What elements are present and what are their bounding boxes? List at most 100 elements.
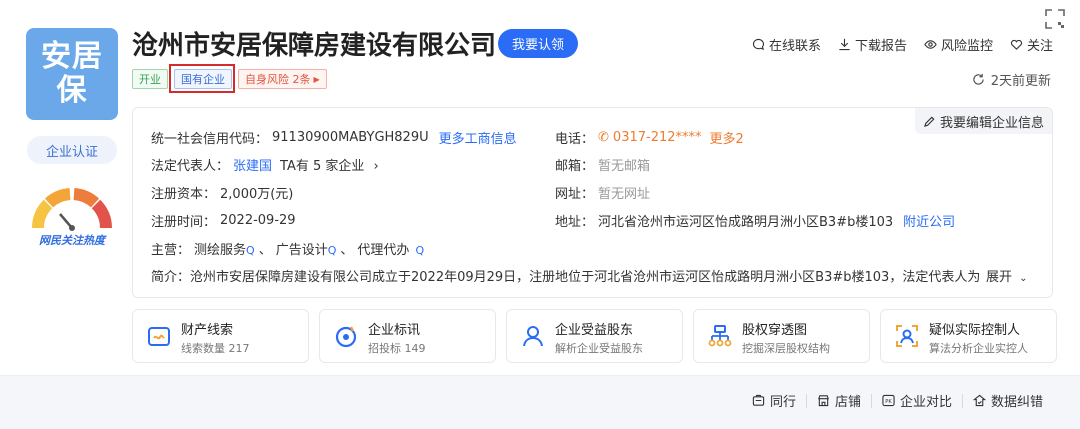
legal-rep-companies-link[interactable]: TA有 5 家企业 ›: [280, 155, 379, 174]
main-business-label: 主营：: [151, 243, 191, 258]
search-icon: Q: [246, 244, 255, 257]
correction-label: 数据纠错: [990, 395, 1043, 410]
website-label: 网址：: [555, 187, 595, 202]
controller-icon: [896, 325, 918, 347]
more-phone-link[interactable]: 更多2: [710, 128, 744, 147]
highlight-box: [169, 64, 235, 93]
data-correction-button[interactable]: 数据纠错: [963, 391, 1053, 410]
property-clue-title: 财产线索: [181, 323, 234, 338]
logo-text-line2: 保: [56, 73, 88, 108]
search-icon: Q: [415, 244, 425, 257]
edit-info-button[interactable]: 我要编辑企业信息: [914, 108, 1052, 134]
search-icon: Q: [327, 244, 337, 257]
legal-rep-companies-label: TA有 5 家企业: [280, 159, 365, 174]
description-row: 简介： 沧州市安居保障房建设有限公司成立于2022年09月29日，注册地位于河北…: [151, 266, 1031, 285]
separator: 、: [258, 243, 272, 258]
chevron-down-icon: ⌄: [1019, 273, 1028, 284]
status-badge: 开业: [132, 69, 168, 89]
phone-icon: ✆: [598, 130, 609, 145]
compare-label: 企业对比: [899, 395, 952, 410]
expand-label: 展开: [986, 270, 1013, 285]
shop-button[interactable]: 店铺: [807, 391, 871, 410]
online-contact-label: 在线联系: [768, 39, 821, 54]
peer-label: 同行: [769, 395, 796, 410]
equity-chart-sub: 挖掘深层股权结构: [742, 342, 830, 355]
compare-icon: PK: [882, 394, 895, 407]
risk-monitor-label: 风险监控: [940, 39, 993, 54]
main-item-1[interactable]: 测绘服务Q: [194, 239, 255, 258]
risk-badge[interactable]: 自身风险 2条 ▶: [238, 69, 327, 89]
equity-chart-title: 股权穿透图: [742, 323, 808, 338]
follow-label: 关注: [1026, 39, 1053, 54]
caret-right-icon: ▶: [313, 74, 320, 84]
online-contact-button[interactable]: 在线联系: [752, 35, 821, 54]
heat-label: 网民关注热度: [39, 234, 105, 247]
risk-badge-label: 自身风险 2条: [245, 73, 311, 86]
main-item-2-label: 广告设计: [275, 243, 328, 258]
beneficiary-title: 企业受益股东: [555, 323, 634, 338]
reg-date-value: 2022-09-29: [220, 213, 296, 228]
main-business-row: 主营： 测绘服务Q 、 广告设计Q 、 代理代办 Q: [151, 239, 424, 258]
main-item-3-label: 代理代办: [357, 243, 410, 258]
bidding-icon: [335, 326, 357, 348]
shop-label: 店铺: [834, 395, 861, 410]
legal-rep-row: 法定代表人： 张建国 TA有 5 家企业 ›: [151, 155, 379, 174]
pencil-icon: [923, 116, 935, 127]
qr-code-icon[interactable]: [1044, 8, 1066, 30]
more-biz-info-link[interactable]: 更多工商信息: [439, 128, 517, 147]
phone-value[interactable]: 0317-212****: [613, 130, 702, 145]
enterprise-cert-button[interactable]: 企业认证: [27, 136, 117, 164]
phone-row: 电话： ✆ 0317-212**** 更多2: [555, 128, 744, 147]
website-row: 网址： 暂无网址: [555, 183, 650, 202]
eye-icon: [924, 40, 937, 49]
bidding-card[interactable]: 企业标讯 招投标 149: [319, 309, 496, 363]
main-item-3[interactable]: 代理代办 Q: [357, 239, 424, 258]
separator: 、: [340, 243, 354, 258]
nearby-companies-link[interactable]: 附近公司: [903, 211, 955, 230]
property-clue-card[interactable]: 财产线索 线索数量 217: [132, 309, 309, 363]
update-status[interactable]: 2天前更新: [972, 70, 1051, 89]
expand-button[interactable]: 展开 ⌄: [986, 266, 1028, 285]
info-panel: 我要编辑企业信息 统一社会信用代码： 91130900MABYGH829U 更多…: [132, 107, 1053, 298]
follow-button[interactable]: 关注: [1010, 35, 1053, 54]
reg-date-label: 注册时间：: [151, 215, 217, 230]
email-value: 暂无邮箱: [598, 159, 651, 174]
company-name: 沧州市安居保障房建设有限公司: [132, 31, 497, 61]
description-text: 沧州市安居保障房建设有限公司成立于2022年09月29日，注册地位于河北省沧州市…: [190, 270, 981, 285]
controller-title: 疑似实际控制人: [929, 323, 1021, 338]
logo-text-line1: 安居: [41, 39, 103, 74]
footer-actions: 同行 店铺 PK 企业对比 数据纠错: [742, 391, 1053, 410]
capital-label: 注册资本：: [151, 187, 217, 202]
legal-rep-label: 法定代表人：: [151, 159, 230, 174]
equity-chart-card[interactable]: 股权穿透图 挖掘深层股权结构: [693, 309, 870, 363]
controller-card[interactable]: 疑似实际控制人 算法分析企业实控人: [880, 309, 1057, 363]
credit-code-label: 统一社会信用代码：: [151, 132, 269, 147]
compare-button[interactable]: PK 企业对比: [872, 391, 962, 410]
bidding-sub: 招投标 149: [368, 342, 426, 355]
main-item-2[interactable]: 广告设计Q: [276, 239, 337, 258]
download-icon: [839, 38, 850, 51]
phone-label: 电话：: [555, 132, 595, 147]
header-actions: 在线联系 下载报告 风险监控 关注: [752, 35, 1053, 54]
risk-monitor-button[interactable]: 风险监控: [924, 35, 993, 54]
svg-text:PK: PK: [885, 399, 892, 405]
address-value: 河北省沧州市运河区怡成路明月洲小区B3#b楼103: [598, 215, 894, 230]
description-label: 简介：: [151, 270, 191, 285]
address-label: 地址：: [555, 215, 595, 230]
website-value: 暂无网址: [598, 187, 651, 202]
peer-button[interactable]: 同行: [742, 391, 806, 410]
shop-icon: [818, 395, 829, 407]
equity-chart-icon: [708, 325, 732, 347]
reg-date-row: 注册时间： 2022-09-29: [151, 211, 296, 230]
company-profile-page: 安居 保 企业认证 网民关注热度 沧州市安居保障房建设有限公司 我要认领 在线联…: [0, 0, 1080, 429]
claim-button[interactable]: 我要认领: [498, 29, 578, 58]
beneficiary-card[interactable]: 企业受益股东 解析企业受益股东: [506, 309, 683, 363]
heat-gauge-icon: [32, 188, 112, 231]
company-logo: 安居 保: [26, 28, 118, 120]
correction-icon: [972, 394, 986, 407]
refresh-icon: [973, 73, 984, 85]
legal-rep-link[interactable]: 张建国: [233, 155, 272, 174]
download-report-button[interactable]: 下载报告: [838, 35, 907, 54]
capital-value: 2,000万(元): [220, 187, 294, 202]
beneficiary-icon: [523, 326, 543, 347]
